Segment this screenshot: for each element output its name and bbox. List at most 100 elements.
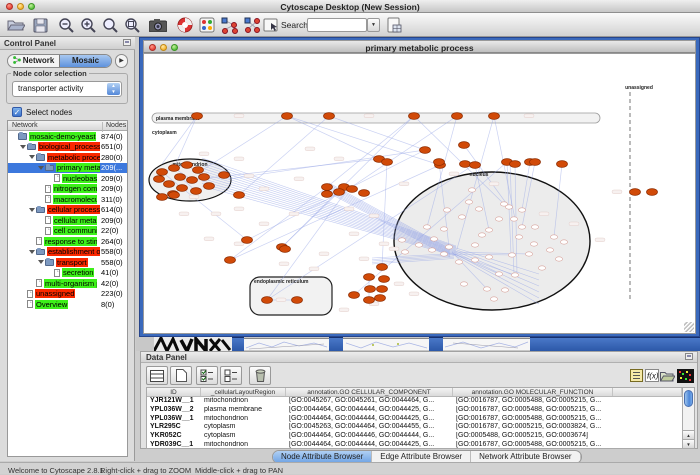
- tree-row[interactable]: transport558(0): [8, 257, 127, 268]
- scrollbar-thumb[interactable]: [684, 390, 693, 407]
- graph-node[interactable]: [440, 252, 447, 256]
- column-header[interactable]: annotation.GO CELLULAR_COMPONENT: [286, 388, 453, 396]
- table-row[interactable]: YPL036W__1mitochondrion[GO:0044464, GO:0…: [147, 415, 682, 424]
- graph-node[interactable]: [192, 113, 203, 120]
- table-cell[interactable]: [GO:0045267, GO:0045261, GO:0044464, G..…: [286, 397, 453, 406]
- node-label[interactable]: [539, 212, 549, 216]
- graph-node[interactable]: [460, 161, 471, 168]
- graph-node[interactable]: [445, 245, 452, 249]
- open-folder-icon[interactable]: [6, 15, 26, 35]
- graph-node[interactable]: [430, 237, 437, 241]
- table-cell[interactable]: mitochondrion: [201, 441, 286, 449]
- node-label[interactable]: [524, 114, 534, 118]
- table-cell[interactable]: [GO:0016787, GO:0005488, GO:0005215, G..…: [453, 397, 613, 406]
- tree-row[interactable]: secretion41(0): [8, 268, 127, 279]
- graph-node[interactable]: [364, 274, 375, 281]
- resize-grip[interactable]: [684, 322, 694, 332]
- graph-node[interactable]: [164, 181, 175, 188]
- graph-node[interactable]: [365, 286, 376, 293]
- graph-node[interactable]: [199, 174, 210, 181]
- node-label[interactable]: [294, 177, 304, 181]
- node-label[interactable]: [334, 157, 344, 161]
- column-header[interactable]: _cellularLayoutRegion: [201, 388, 286, 396]
- graph-node[interactable]: [375, 295, 386, 302]
- table-cell[interactable]: YPL036W__2: [147, 406, 201, 415]
- table-scrollbar[interactable]: ▲ ▼: [682, 387, 695, 449]
- tree-row-label[interactable]: biological_process: [38, 142, 100, 151]
- scroll-down-button[interactable]: ▼: [683, 439, 694, 448]
- graph-node[interactable]: [489, 113, 500, 120]
- graph-node[interactable]: [175, 174, 186, 181]
- table-cell[interactable]: [GO:0016787, GO:0005488, GO:0005215, G..…: [453, 441, 613, 449]
- graph-node[interactable]: [455, 260, 462, 264]
- table-cell[interactable]: YJR121W__1: [147, 397, 201, 406]
- tree-row[interactable]: cellular process614(0): [8, 205, 127, 216]
- tree-row-label[interactable]: metabolic process: [47, 153, 100, 162]
- node-label[interactable]: [349, 232, 359, 236]
- unselect-attributes-icon[interactable]: [220, 366, 242, 385]
- node-label[interactable]: [364, 114, 374, 118]
- graph-node[interactable]: [428, 248, 435, 252]
- graph-node[interactable]: [459, 142, 470, 149]
- graph-node[interactable]: [292, 297, 303, 304]
- tree-row[interactable]: nucleobase-contain209(0): [8, 173, 127, 184]
- node-label[interactable]: [394, 282, 404, 286]
- node-label[interactable]: [389, 247, 399, 251]
- node-label[interactable]: [379, 242, 389, 246]
- graph-node[interactable]: [555, 257, 562, 261]
- table-cell[interactable]: [GO:0044464, GO:0044444, GO:0044425, G..…: [286, 406, 453, 415]
- graph-node[interactable]: [219, 172, 230, 179]
- graph-node[interactable]: [518, 208, 525, 212]
- node-label[interactable]: [319, 252, 329, 256]
- graph-node[interactable]: [483, 287, 490, 291]
- node-label[interactable]: [244, 174, 254, 178]
- table-cell[interactable]: [GO:0044464, GO:0044444, GO:0044425, G..…: [286, 415, 453, 424]
- graph-node[interactable]: [510, 217, 517, 221]
- node-label[interactable]: [449, 172, 459, 176]
- tree-row-label[interactable]: unassigned: [35, 289, 75, 298]
- graph-node[interactable]: [510, 161, 521, 168]
- graph-node[interactable]: [515, 235, 522, 239]
- node-label[interactable]: [279, 262, 289, 266]
- annotation-icon[interactable]: [261, 15, 281, 35]
- search-dropdown-button[interactable]: ▼: [367, 18, 380, 32]
- graph-node[interactable]: [322, 191, 333, 198]
- node-label[interactable]: [259, 187, 269, 191]
- graph-node[interactable]: [471, 243, 478, 247]
- node-label[interactable]: [369, 214, 379, 218]
- matrix-icon[interactable]: [676, 367, 694, 384]
- table-cell[interactable]: YKR052C: [147, 432, 201, 441]
- tree-row[interactable]: metabolic process280(0): [8, 152, 127, 163]
- table-cell[interactable]: [GO:0044464, GO:0044446, GO:0044444, G..…: [286, 432, 453, 441]
- tree-row-label[interactable]: Overview: [35, 300, 68, 309]
- graph-node[interactable]: [550, 235, 557, 239]
- tree-row-label[interactable]: nitrogen compoun: [53, 184, 97, 193]
- table-row[interactable]: YLR295Ccytoplasm[GO:0045263, GO:0044464,…: [147, 423, 682, 432]
- node-label[interactable]: [289, 212, 299, 216]
- node-label[interactable]: [339, 308, 349, 312]
- network-canvas[interactable]: plasma membranecytoplasmmitochondrionnuc…: [143, 53, 696, 334]
- graph-node[interactable]: [458, 215, 465, 219]
- graph-node[interactable]: [262, 297, 273, 304]
- graph-node[interactable]: [501, 288, 508, 292]
- node-label[interactable]: [179, 212, 189, 216]
- graph-node[interactable]: [475, 207, 482, 211]
- tree-row[interactable]: cellular metabolic209(0): [8, 215, 127, 226]
- zoom-fit-icon[interactable]: [100, 15, 120, 35]
- graph-node[interactable]: [495, 272, 502, 276]
- graph-node[interactable]: [234, 192, 245, 199]
- attribute-list-icon[interactable]: [629, 367, 644, 384]
- column-header[interactable]: annotation.GO MOLECULAR_FUNCTION: [453, 388, 613, 396]
- graph-node[interactable]: [531, 225, 538, 229]
- graph-node[interactable]: [169, 192, 180, 199]
- tree-row[interactable]: biological_process651(0): [8, 142, 127, 153]
- tree-row-label[interactable]: nucleobase-contain: [62, 174, 97, 183]
- graph-node[interactable]: [324, 113, 335, 120]
- node-label[interactable]: [344, 207, 354, 211]
- node-label[interactable]: [189, 195, 199, 199]
- graph-node[interactable]: [157, 194, 168, 201]
- graph-node[interactable]: [334, 189, 345, 196]
- import-table-icon[interactable]: [384, 15, 404, 35]
- node-label[interactable]: [489, 182, 499, 186]
- graph-node[interactable]: [538, 266, 545, 270]
